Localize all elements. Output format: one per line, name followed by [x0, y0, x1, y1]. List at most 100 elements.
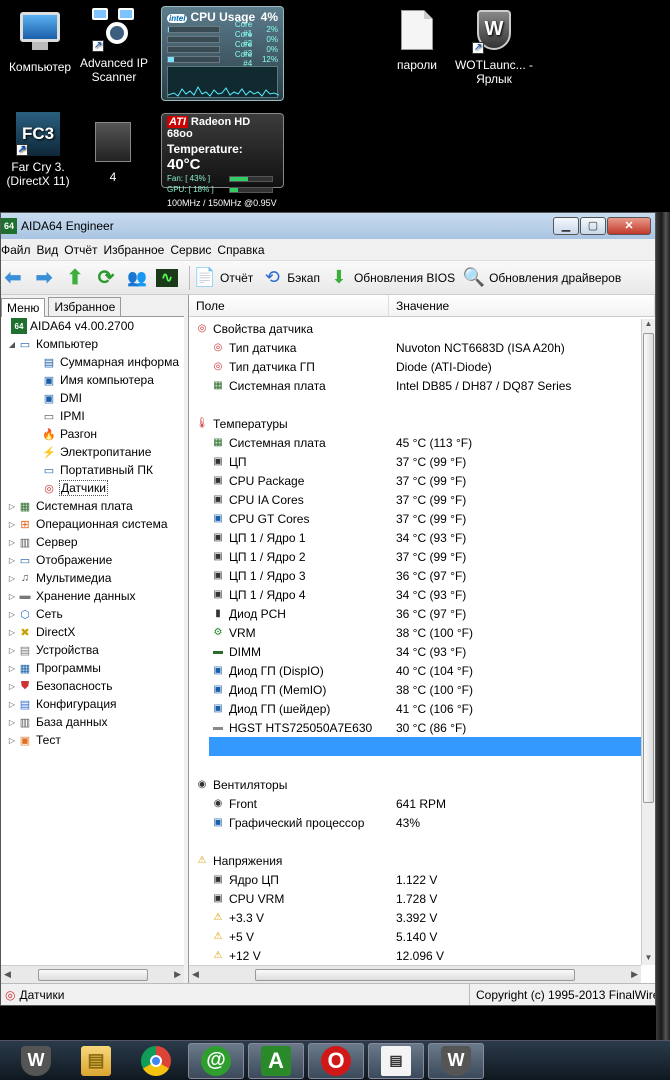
- maximize-button[interactable]: ▢: [580, 217, 606, 235]
- tree-item[interactable]: ▷ ♫ Мультимедиа: [1, 569, 184, 587]
- scroll-left-icon[interactable]: ◀: [4, 969, 11, 980]
- tree-item[interactable]: ▷ ▭ Отображение: [1, 551, 184, 569]
- sensor-row[interactable]: ⚠ +5 V 5.140 V: [189, 927, 641, 946]
- tab-menu[interactable]: Меню: [1, 298, 46, 317]
- backup-button[interactable]: ⟲ Бэкап: [261, 267, 320, 289]
- graph-icon[interactable]: ∿: [156, 268, 178, 287]
- menu-item[interactable]: Файл: [1, 243, 37, 257]
- driver-update-button[interactable]: 🔍 Обновления драйверов: [463, 267, 621, 289]
- sensor-group-header[interactable]: ◎ Свойства датчика: [189, 319, 641, 338]
- tree-item[interactable]: ▷ ⛊ Безопасность: [1, 677, 184, 695]
- sensor-group-header[interactable]: 🌡 Температуры: [189, 414, 641, 433]
- expand-toggle-icon[interactable]: ▷: [7, 592, 17, 601]
- sensor-row[interactable]: ▣ ЦП 37 °C (99 °F): [189, 452, 641, 471]
- tree-item[interactable]: ▣ DMI: [1, 389, 184, 407]
- scroll-right-icon[interactable]: ▶: [631, 969, 638, 980]
- expand-toggle-icon[interactable]: ▷: [7, 718, 17, 727]
- tree-item[interactable]: ▷ ⊞ Операционная система: [1, 515, 184, 533]
- desktop-icon-far-cry-3[interactable]: FC3 ↗ Far Cry 3.(DirectX 11): [0, 112, 78, 188]
- sensor-row[interactable]: ▦ Системная плата Intel DB85 / DH87 / DQ87…: [189, 376, 641, 395]
- sensor-row[interactable]: ▣ ЦП 1 / Ядро 1 34 °C (93 °F): [189, 528, 641, 547]
- scroll-thumb[interactable]: [255, 968, 575, 981]
- minimize-button[interactable]: ▁: [553, 217, 579, 235]
- sensor-row[interactable]: ▣ ЦП 1 / Ядро 4 34 °C (93 °F): [189, 585, 641, 604]
- tree-item[interactable]: ▷ ▦ Программы: [1, 659, 184, 677]
- sensor-row[interactable]: ⚙ VRM 38 °C (100 °F): [189, 623, 641, 642]
- taskbar-aida64[interactable]: A: [248, 1042, 304, 1079]
- refresh-icon[interactable]: ⟳: [94, 266, 118, 290]
- close-button[interactable]: ✕: [607, 217, 651, 235]
- tree-item[interactable]: 64 AIDA64 v4.00.2700: [1, 317, 184, 335]
- selected-empty-row[interactable]: [209, 737, 641, 756]
- sensor-row[interactable]: ▣ ЦП 1 / Ядро 2 37 °C (99 °F): [189, 547, 641, 566]
- users-icon[interactable]: 👥: [125, 266, 149, 290]
- menu-item[interactable]: Избранное: [104, 243, 171, 257]
- sensor-row[interactable]: ▮ Диод PCH 36 °C (97 °F): [189, 604, 641, 623]
- vertical-scrollbar[interactable]: ▲ ▼: [641, 319, 655, 965]
- details-horizontal-scrollbar[interactable]: ◀ ▶: [189, 965, 641, 983]
- scroll-thumb[interactable]: [37, 968, 148, 981]
- expand-toggle-icon[interactable]: ▷: [7, 538, 17, 547]
- taskbar-opera[interactable]: O: [308, 1042, 364, 1079]
- tree-item[interactable]: ▷ ▥ База данных: [1, 713, 184, 731]
- menu-item[interactable]: Сервис: [170, 243, 217, 257]
- tree-item[interactable]: ▷ ▥ Сервер: [1, 533, 184, 551]
- sensor-row[interactable]: ▣ CPU VRM 1.728 V: [189, 889, 641, 908]
- expand-toggle-icon[interactable]: ▷: [7, 664, 17, 673]
- expand-toggle-icon[interactable]: ◢: [7, 340, 17, 349]
- tree-horizontal-scrollbar[interactable]: ◀ ▶: [1, 965, 184, 983]
- report-button[interactable]: 📄 Отчёт: [194, 267, 253, 289]
- sensor-row[interactable]: ▣ Диод ГП (MemIO) 38 °C (100 °F): [189, 680, 641, 699]
- desktop-icon-computer[interactable]: Компьютер: [0, 8, 80, 74]
- expand-toggle-icon[interactable]: ▷: [7, 574, 17, 583]
- sensor-row[interactable]: ▣ ЦП 1 / Ядро 3 36 °C (97 °F): [189, 566, 641, 585]
- desktop-icon-4[interactable]: 4: [73, 120, 153, 184]
- scroll-down-icon[interactable]: ▼: [642, 953, 655, 965]
- expand-toggle-icon[interactable]: ▷: [7, 502, 17, 511]
- taskbar-notepad[interactable]: ▤: [368, 1042, 424, 1079]
- menu-item[interactable]: Отчёт: [64, 243, 103, 257]
- tree-item[interactable]: ▷ ▦ Системная плата: [1, 497, 184, 515]
- sensor-group-header[interactable]: ⚠ Напряжения: [189, 851, 641, 870]
- vertical-scroll-thumb[interactable]: [643, 333, 654, 803]
- sensor-row[interactable]: ◉ Front 641 RPM: [189, 794, 641, 813]
- expand-toggle-icon[interactable]: ▷: [7, 520, 17, 529]
- sensor-row[interactable]: ▣ Ядро ЦП 1.122 V: [189, 870, 641, 889]
- taskbar-chrome[interactable]: [128, 1043, 184, 1079]
- tree-item[interactable]: 🔥 Разгон: [1, 425, 184, 443]
- desktop-icon-wot-launcher[interactable]: W ↗ WOTLaunc... - Ярлык: [454, 8, 534, 86]
- tree-item[interactable]: ▭ Портативный ПК: [1, 461, 184, 479]
- sensor-row[interactable]: ▣ Графический процессор 43%: [189, 813, 641, 832]
- sensor-row[interactable]: ▣ CPU Package 37 °C (99 °F): [189, 471, 641, 490]
- tree-item[interactable]: ▷ ▬ Хранение данных: [1, 587, 184, 605]
- expand-toggle-icon[interactable]: ▷: [7, 682, 17, 691]
- expand-toggle-icon[interactable]: ▷: [7, 610, 17, 619]
- tree-item[interactable]: ▭ IPMI: [1, 407, 184, 425]
- sensor-row[interactable]: ◎ Тип датчика Nuvoton NCT6683D (ISA A20h): [189, 338, 641, 357]
- column-header-value[interactable]: Значение: [389, 295, 655, 316]
- taskbar-explorer[interactable]: ▤: [68, 1043, 124, 1079]
- tree-item[interactable]: ▷ ▣ Тест: [1, 731, 184, 749]
- expand-toggle-icon[interactable]: ▷: [7, 628, 17, 637]
- sensor-row[interactable]: ▦ Системная плата 45 °C (113 °F): [189, 433, 641, 452]
- tree-item[interactable]: ▷ ▤ Конфигурация: [1, 695, 184, 713]
- sensor-row[interactable]: ▬ HGST HTS725050A7E630 30 °C (86 °F): [189, 718, 641, 737]
- tree-item[interactable]: ▷ ▤ Устройства: [1, 641, 184, 659]
- tree-item[interactable]: ◎ Датчики: [1, 479, 184, 497]
- sensor-group-header[interactable]: ◉ Вентиляторы: [189, 775, 641, 794]
- taskbar-mail-agent[interactable]: @: [188, 1042, 244, 1079]
- expand-toggle-icon[interactable]: ▷: [7, 700, 17, 709]
- scroll-up-icon[interactable]: ▲: [642, 319, 655, 331]
- sensor-row[interactable]: ▣ Диод ГП (шейдер) 41 °C (106 °F): [189, 699, 641, 718]
- menu-item[interactable]: Справка: [217, 243, 270, 257]
- column-header-field[interactable]: Поле: [189, 295, 389, 316]
- tree-item[interactable]: ⚡ Электропитание: [1, 443, 184, 461]
- tree-item[interactable]: ▣ Имя компьютера: [1, 371, 184, 389]
- menu-item[interactable]: Вид: [37, 243, 65, 257]
- up-icon[interactable]: ⬆: [63, 266, 87, 290]
- title-bar[interactable]: 64 AIDA64 Engineer ▁ ▢ ✕: [1, 213, 655, 239]
- tree-item[interactable]: ▷ ⬡ Сеть: [1, 605, 184, 623]
- back-icon[interactable]: ⬅: [1, 266, 25, 290]
- bios-update-button[interactable]: ⬇ Обновления BIOS: [328, 267, 455, 289]
- taskbar-wot-running[interactable]: W: [428, 1042, 484, 1079]
